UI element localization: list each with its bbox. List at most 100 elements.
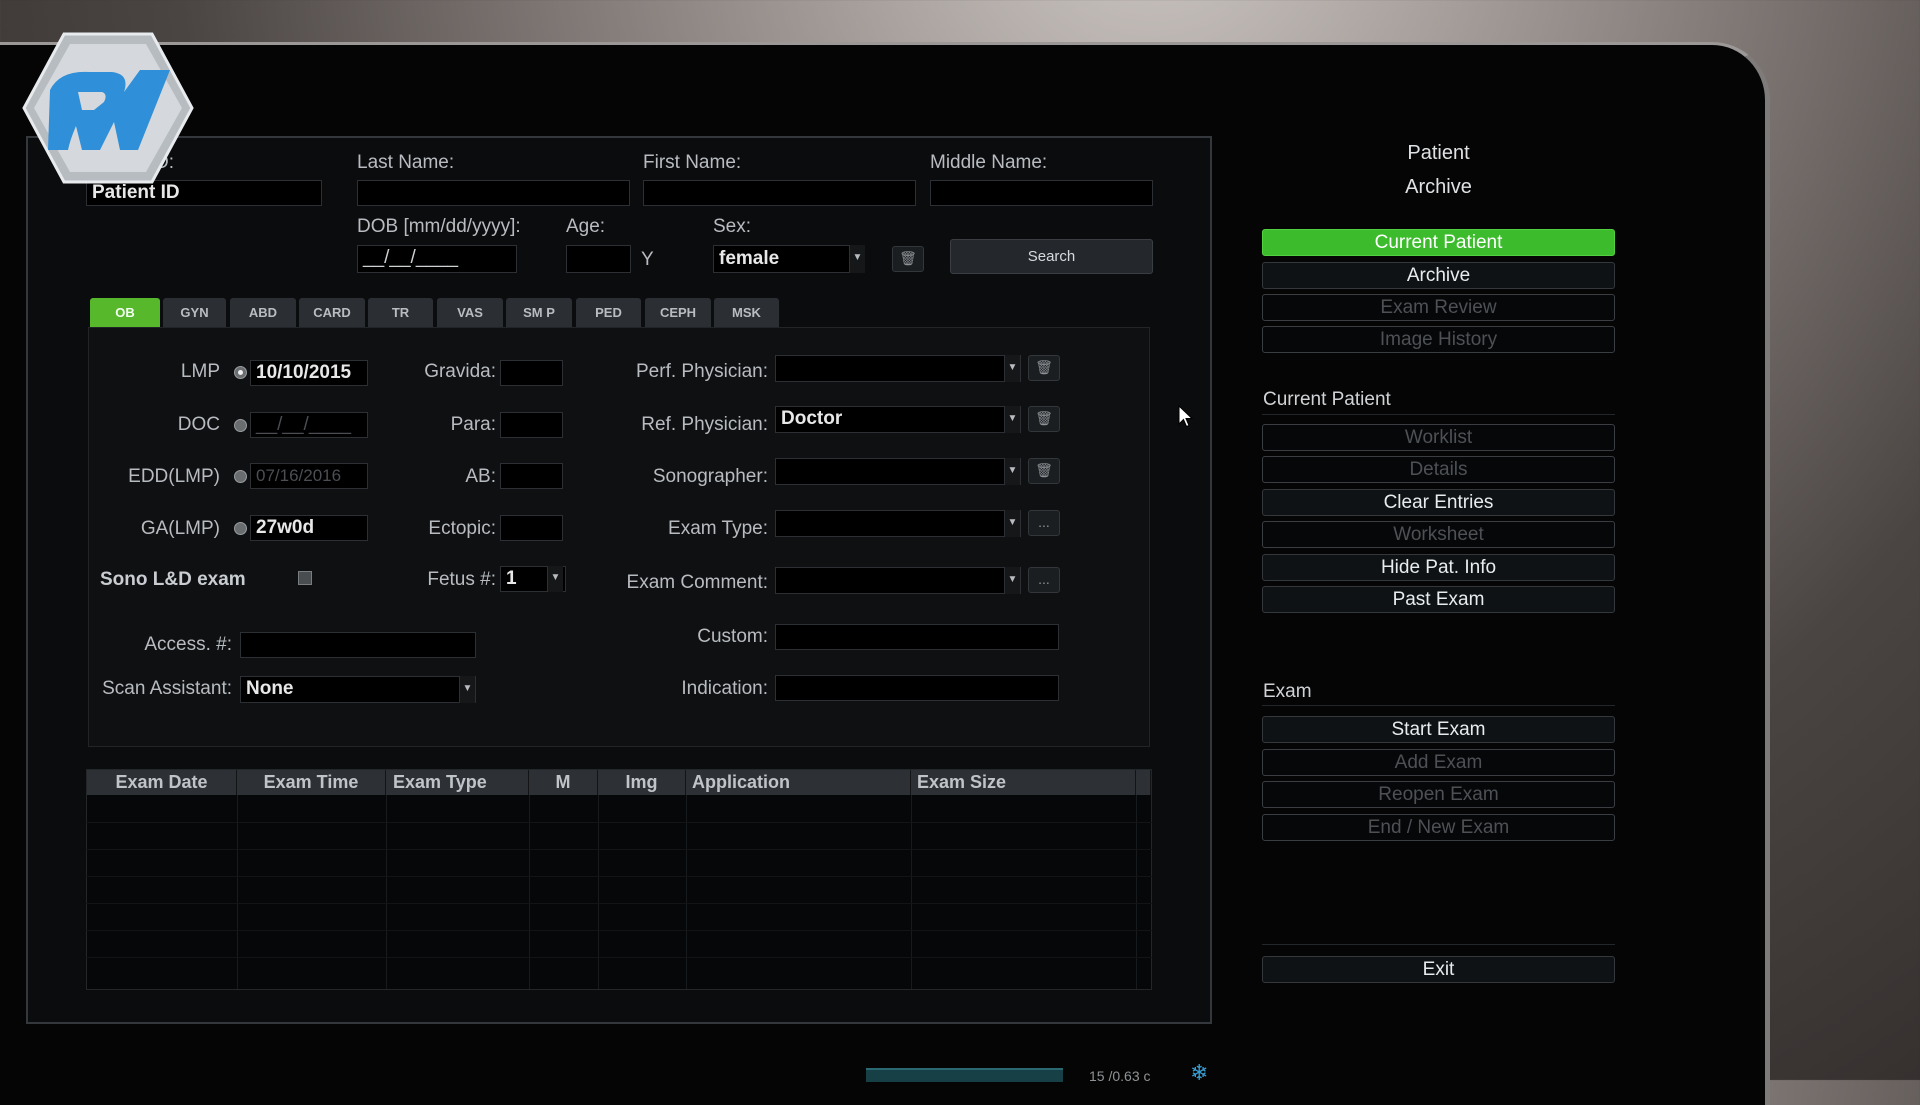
chevron-down-icon[interactable]: ▼ [1004, 355, 1020, 382]
sex-label: Sex: [713, 216, 752, 237]
table-row[interactable] [86, 876, 1152, 877]
sono-ld-label: Sono L&D exam [100, 569, 246, 590]
table-row[interactable] [86, 822, 1152, 823]
search-button[interactable]: Search [950, 239, 1153, 274]
sono-ld-checkbox[interactable] [298, 571, 312, 585]
column-application[interactable]: Application [686, 770, 911, 795]
column-img[interactable]: Img [598, 770, 686, 795]
table-divider [911, 795, 912, 989]
image-history-button[interactable]: Image History [1262, 326, 1615, 353]
chevron-down-icon[interactable]: ▼ [1004, 406, 1020, 433]
custom-field[interactable] [775, 624, 1059, 650]
exam-type-more-button[interactable]: ... [1028, 510, 1060, 536]
exam-comment-select[interactable] [775, 567, 1021, 594]
doc-field[interactable]: __/__/____ [250, 412, 368, 438]
hide-pat-info-button[interactable]: Hide Pat. Info [1262, 554, 1615, 581]
table-divider [237, 795, 238, 989]
tab-card[interactable]: CARD [299, 298, 365, 327]
trash-icon[interactable]: 🗑 [1028, 458, 1060, 484]
indication-field[interactable] [775, 675, 1059, 701]
tab-ceph[interactable]: CEPH [645, 298, 711, 327]
lmp-field[interactable]: 10/10/2015 [250, 360, 368, 386]
para-field[interactable] [500, 412, 563, 438]
chevron-down-icon[interactable]: ▼ [1004, 510, 1020, 537]
middle-name-field[interactable] [930, 180, 1153, 206]
exam-comment-more-button[interactable]: ... [1028, 567, 1060, 593]
scan-assistant-label: Scan Assistant: [102, 678, 232, 699]
chevron-down-icon[interactable]: ▼ [1004, 567, 1020, 594]
divider [1262, 705, 1615, 706]
sonographer-label: Sonographer: [652, 466, 768, 487]
perf-physician-select[interactable] [775, 355, 1021, 382]
gravida-field[interactable] [500, 360, 563, 386]
age-label: Age: [566, 216, 606, 237]
chevron-down-icon[interactable]: ▼ [849, 245, 865, 273]
worksheet-button[interactable]: Worksheet [1262, 521, 1615, 548]
trash-icon[interactable]: 🗑 [1028, 355, 1060, 381]
tab-msk[interactable]: MSK [714, 298, 779, 327]
indication-label: Indication: [681, 678, 768, 699]
column-exam-size[interactable]: Exam Size [911, 770, 1136, 795]
chevron-down-icon[interactable]: ▼ [459, 676, 475, 703]
worklist-button[interactable]: Worklist [1262, 424, 1615, 451]
table-row[interactable] [86, 903, 1152, 904]
dob-field[interactable]: __/__/____ [357, 245, 517, 273]
divider [1262, 944, 1615, 945]
chevron-down-icon[interactable]: ▼ [547, 566, 563, 592]
past-exam-button[interactable]: Past Exam [1262, 586, 1615, 613]
ref-physician-select[interactable]: Doctor [775, 406, 1021, 433]
exit-button[interactable]: Exit [1262, 956, 1615, 983]
custom-label: Custom: [697, 626, 768, 647]
exam-review-button[interactable]: Exam Review [1262, 294, 1615, 321]
lmp-radio[interactable] [234, 366, 247, 379]
trash-icon[interactable]: 🗑 [892, 246, 924, 272]
last-name-label: Last Name: [357, 152, 455, 173]
table-divider [529, 795, 530, 989]
column-exam-type[interactable]: Exam Type [386, 770, 529, 795]
chevron-down-icon[interactable]: ▼ [1004, 458, 1020, 485]
status-text: 15 /0.63 c [1089, 1068, 1151, 1084]
end-new-exam-button[interactable]: End / New Exam [1262, 814, 1615, 841]
first-name-field[interactable] [643, 180, 916, 206]
table-divider [1136, 795, 1137, 989]
tab-ped[interactable]: PED [576, 298, 641, 327]
age-field[interactable] [566, 245, 631, 273]
access-label: Access. #: [144, 634, 232, 655]
edd-field[interactable]: 07/16/2016 [250, 463, 368, 489]
ectopic-field[interactable] [500, 515, 563, 541]
sex-select[interactable]: female [713, 245, 865, 273]
doc-radio[interactable] [234, 419, 247, 432]
ga-radio[interactable] [234, 522, 247, 535]
details-button[interactable]: Details [1262, 456, 1615, 483]
tab-vas[interactable]: VAS [437, 298, 503, 327]
tab-abd[interactable]: ABD [230, 298, 296, 327]
add-exam-button[interactable]: Add Exam [1262, 749, 1615, 776]
start-exam-button[interactable]: Start Exam [1262, 716, 1615, 743]
table-row[interactable] [86, 957, 1152, 958]
age-unit: Y [641, 249, 654, 270]
exam-type-select[interactable] [775, 510, 1021, 537]
tab-ob[interactable]: OB [90, 298, 160, 327]
column-exam-time[interactable]: Exam Time [237, 770, 386, 795]
table-row[interactable] [86, 849, 1152, 850]
tab-smp[interactable]: SM P [506, 298, 572, 327]
column-m[interactable]: M [529, 770, 598, 795]
column-exam-date[interactable]: Exam Date [87, 770, 237, 795]
reopen-exam-button[interactable]: Reopen Exam [1262, 781, 1615, 808]
tab-gyn[interactable]: GYN [163, 298, 226, 327]
tab-tr[interactable]: TR [368, 298, 433, 327]
trash-icon[interactable]: 🗑 [1028, 406, 1060, 432]
archive-nav-button[interactable]: Archive [1262, 262, 1615, 289]
clear-entries-button[interactable]: Clear Entries [1262, 489, 1615, 516]
table-row[interactable] [86, 930, 1152, 931]
ga-field[interactable]: 27w0d [250, 515, 368, 541]
edd-radio[interactable] [234, 470, 247, 483]
current-patient-nav-button[interactable]: Current Patient [1262, 229, 1615, 256]
ab-field[interactable] [500, 463, 563, 489]
access-field[interactable] [240, 632, 476, 658]
sonographer-select[interactable] [775, 458, 1021, 485]
scan-assistant-select[interactable]: None [240, 676, 476, 703]
mouse-cursor-icon [1178, 405, 1194, 428]
ectopic-label: Ectopic: [428, 518, 496, 539]
last-name-field[interactable] [357, 180, 630, 206]
